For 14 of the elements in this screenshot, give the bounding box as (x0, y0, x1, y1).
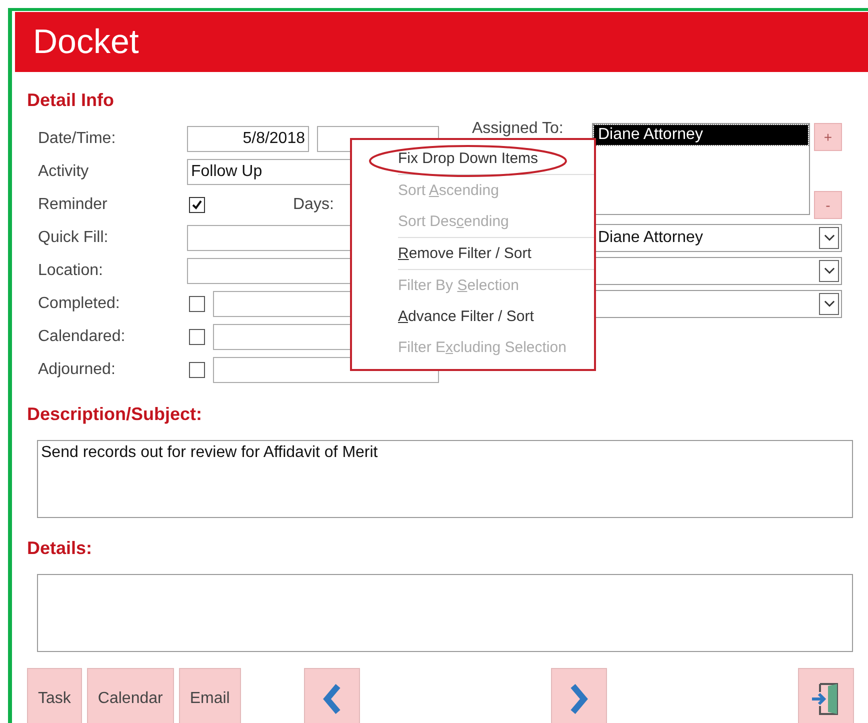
field-label: Quick Fill: (37, 228, 110, 246)
field-label: Calendared: (37, 328, 126, 346)
days-label: Days: (293, 196, 334, 214)
form-title: Docket (33, 22, 139, 62)
field-label: Reminder (37, 196, 108, 214)
section-heading: Details: (27, 538, 94, 560)
field-label: Assigned To: (471, 120, 564, 138)
field-label: Adjourned: (37, 360, 116, 378)
field-label: Location: (37, 262, 104, 280)
field-label: Date/Time: (37, 130, 117, 148)
section-heading: Description/Subject: (27, 404, 204, 426)
field-label: Activity (37, 162, 90, 180)
section-heading: Detail Info (27, 90, 116, 112)
field-label: Completed: (37, 294, 121, 312)
